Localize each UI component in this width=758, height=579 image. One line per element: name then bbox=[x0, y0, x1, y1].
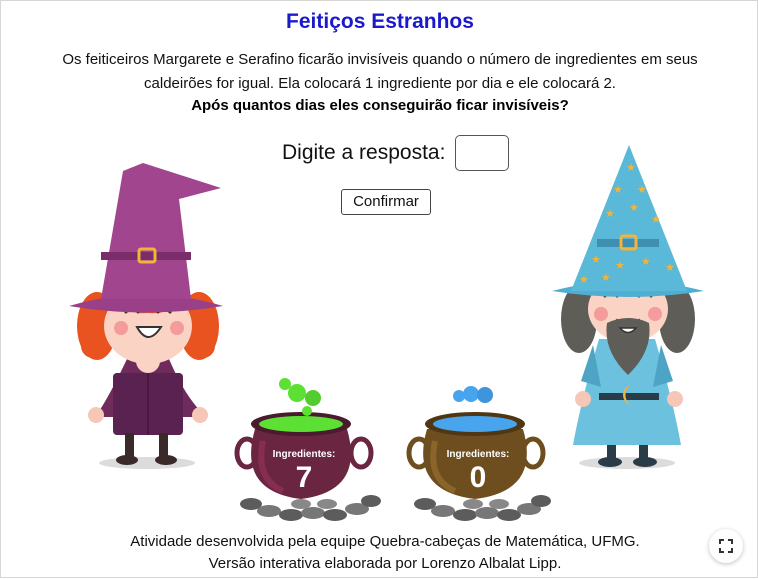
scene-illustration: ★★ ★ ★ ★★ ★ ★ ★ ★★ ★ Ingredientes: 7 Ing… bbox=[69, 145, 704, 521]
fullscreen-icon bbox=[719, 539, 733, 553]
cauldron-left-liquid bbox=[259, 416, 343, 432]
svg-text:★: ★ bbox=[637, 183, 647, 196]
witch-character bbox=[69, 163, 223, 469]
svg-text:★: ★ bbox=[613, 183, 623, 196]
svg-text:★: ★ bbox=[651, 213, 661, 226]
cauldron-right: Ingredientes: 0 bbox=[406, 386, 551, 521]
cauldron-right-label: Ingredientes: bbox=[447, 449, 510, 460]
svg-text:★: ★ bbox=[605, 207, 615, 220]
cauldron-right-liquid bbox=[433, 416, 517, 432]
cauldron-left-label: Ingredientes: bbox=[273, 449, 336, 460]
svg-text:★: ★ bbox=[629, 201, 639, 214]
svg-text:★: ★ bbox=[615, 259, 625, 272]
cauldron-right-count: 0 bbox=[470, 461, 487, 494]
svg-text:★: ★ bbox=[601, 271, 611, 284]
credits-line-1: Atividade desenvolvida pela equipe Quebr… bbox=[130, 533, 640, 550]
wizard-character: ★★ ★ ★ ★★ ★ ★ ★ ★★ ★ bbox=[552, 145, 704, 469]
svg-text:★: ★ bbox=[591, 253, 601, 266]
svg-text:★: ★ bbox=[665, 261, 675, 274]
svg-text:★: ★ bbox=[579, 273, 589, 286]
witch-hat bbox=[101, 163, 221, 299]
svg-text:★: ★ bbox=[626, 161, 636, 174]
credits-line-2: Versão interativa elaborada por Lorenzo … bbox=[208, 555, 562, 572]
svg-text:★: ★ bbox=[641, 255, 651, 268]
cauldron-left-count: 7 bbox=[296, 461, 313, 494]
app-frame: Feitiços Estranhos Os feiticeiros Margar… bbox=[0, 0, 758, 578]
cauldron-left: Ingredientes: 7 bbox=[234, 378, 381, 521]
fullscreen-button[interactable] bbox=[709, 529, 743, 563]
credits: Atividade desenvolvida pela equipe Quebr… bbox=[1, 531, 758, 575]
